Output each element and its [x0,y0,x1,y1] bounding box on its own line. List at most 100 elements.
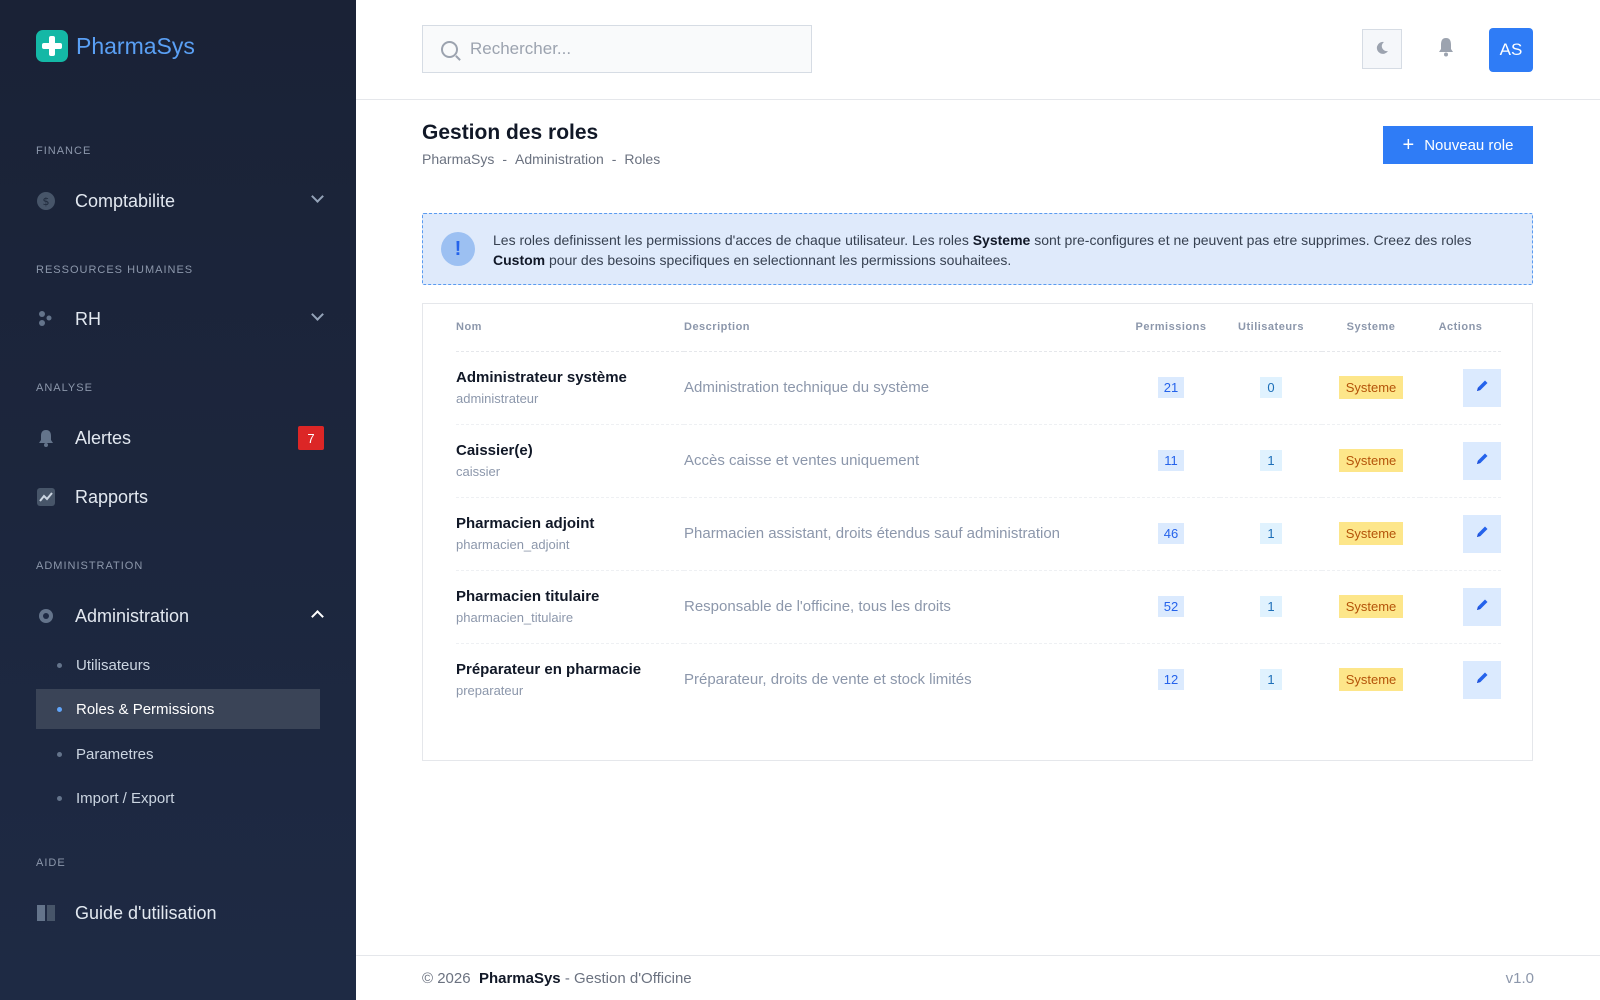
brand-name: PharmaSys [76,32,195,59]
role-description: Pharmacien assistant, droits étendus sau… [684,524,1061,542]
table-row[interactable]: Pharmacien titulaire pharmacien_titulaire… [456,570,1501,644]
info-text-bold: Custom [493,252,546,268]
sidebar-item-administration[interactable]: Administration [36,596,326,636]
cell-utilisateurs: 0 [1220,351,1322,425]
system-badge: Systeme [1338,595,1404,618]
role-description: Responsable de l'officine, tous les droi… [684,597,951,615]
pencil-icon [1475,598,1489,615]
info-text-part: pour des besoins specifiques en selectio… [545,252,1012,268]
role-key: preparateur [456,683,524,699]
column-header-description: Description [684,304,1122,352]
permissions-count-badge: 52 [1157,596,1185,617]
search-box[interactable] [422,25,812,73]
cell-description: Administration technique du système [684,351,1122,425]
sidebar-item-guide[interactable]: Guide d'utilisation [36,893,326,933]
sidebar: PharmaSys FINANCE $ Comptabilite RESSOUR… [0,0,356,1000]
pencil-icon [1475,671,1489,688]
sidebar-subitem-roles[interactable]: Roles & Permissions [36,689,320,729]
column-header-nom[interactable]: Nom [456,304,684,352]
users-count-badge: 1 [1260,669,1282,691]
table-row[interactable]: Caissier(e) caissier Accès caisse et vente… [456,424,1501,498]
info-text-part: sont pre-configures et ne peuvent pas et… [1030,232,1472,248]
new-role-button[interactable]: + Nouveau role [1383,126,1533,164]
people-icon [36,309,56,329]
cell-utilisateurs: 1 [1220,424,1322,498]
users-count-badge: 1 [1260,450,1282,471]
role-name[interactable]: Préparateur en pharmacie [456,661,684,678]
gear-icon [36,606,56,626]
edit-role-button[interactable] [1463,514,1501,553]
sidebar-item-alertes[interactable]: Alertes 7 [36,418,326,458]
cell-nom: Caissier(e) caissier [456,424,684,498]
system-badge: Systeme [1338,668,1404,692]
permissions-count-badge: 21 [1157,377,1185,398]
breadcrumb-item[interactable]: PharmaSys [422,151,494,167]
cell-permissions: 52 [1122,570,1220,644]
role-name[interactable]: Pharmacien titulaire [456,588,684,605]
cell-permissions: 21 [1122,351,1220,425]
column-header-utilisateurs[interactable]: Utilisateurs [1220,304,1322,352]
footer-brand: PharmaSys [478,969,561,987]
table-row[interactable]: Pharmacien adjoint pharmacien_adjoint Phar… [456,497,1501,571]
role-name[interactable]: Pharmacien adjoint [456,515,684,532]
notifications-button[interactable] [1426,29,1466,69]
cell-actions [1420,643,1501,716]
info-banner: ! Les roles definissent les permissions … [422,213,1533,285]
cell-description: Pharmacien assistant, droits étendus sau… [684,497,1122,571]
moon-icon [1375,41,1389,58]
info-text-part: Les roles definissent les permissions d'… [493,232,973,248]
cell-utilisateurs: 1 [1220,643,1322,716]
sidebar-item-comptabilite[interactable]: $ Comptabilite [36,181,326,221]
column-header-systeme: Systeme [1322,304,1420,352]
column-header-permissions[interactable]: Permissions [1122,304,1220,352]
system-badge: Systeme [1338,449,1404,472]
table-row[interactable]: Administrateur système administrateur Admi… [456,351,1501,425]
role-name[interactable]: Administrateur système [456,369,684,386]
edit-role-button[interactable] [1463,441,1501,480]
section-title-analyse: ANALYSE [36,382,93,394]
cell-utilisateurs: 1 [1220,497,1322,571]
chevron-down-icon [311,190,324,203]
theme-toggle-button[interactable] [1362,29,1402,69]
alert-count-badge: 7 [298,426,324,450]
cell-nom: Pharmacien titulaire pharmacien_titulaire [456,570,684,644]
app-version: v1.0 [1505,969,1534,987]
role-description: Accès caisse et ventes uniquement [684,451,920,469]
sidebar-item-rapports[interactable]: Rapports [36,477,326,517]
breadcrumb-item[interactable]: Administration [515,151,604,167]
search-input[interactable] [470,39,770,59]
table-row[interactable]: Préparateur en pharmacie preparateur Prépa… [456,643,1501,716]
cell-nom: Pharmacien adjoint pharmacien_adjoint [456,497,684,571]
sidebar-subitem-import-export[interactable]: Import / Export [36,778,320,818]
cell-nom: Administrateur système administrateur [456,351,684,425]
user-avatar[interactable]: AS [1489,28,1533,72]
sidebar-item-label: Rapports [75,486,149,507]
sidebar-item-rh[interactable]: RH [36,299,326,339]
cell-permissions: 12 [1122,643,1220,716]
edit-role-button[interactable] [1463,587,1501,626]
cell-nom: Préparateur en pharmacie preparateur [456,643,684,716]
book-icon [36,903,56,923]
cell-systeme: Systeme [1322,643,1420,716]
topbar: AS [356,0,1600,100]
info-text: Les roles definissent les permissions d'… [493,230,1503,270]
brand[interactable]: PharmaSys [36,30,195,62]
breadcrumb-separator: - [611,151,617,167]
role-name[interactable]: Caissier(e) [456,442,684,459]
pencil-icon [1475,525,1489,542]
sidebar-subitem-utilisateurs[interactable]: Utilisateurs [36,645,320,685]
new-role-label: Nouveau role [1424,136,1514,154]
breadcrumb-item: Roles [624,151,661,167]
sidebar-subitem-parametres[interactable]: Parametres [36,734,320,774]
edit-role-button[interactable] [1463,660,1501,699]
system-badge: Systeme [1338,522,1404,545]
role-key: pharmacien_titulaire [456,610,574,625]
edit-role-button[interactable] [1463,368,1501,407]
dollar-icon: $ [36,191,56,211]
role-description: Administration technique du système [684,378,930,396]
permissions-count-badge: 11 [1158,450,1184,471]
section-title-aide: AIDE [36,857,66,869]
sidebar-item-label: RH [75,308,101,329]
users-count-badge: 1 [1260,596,1282,617]
cell-permissions: 11 [1122,424,1220,498]
